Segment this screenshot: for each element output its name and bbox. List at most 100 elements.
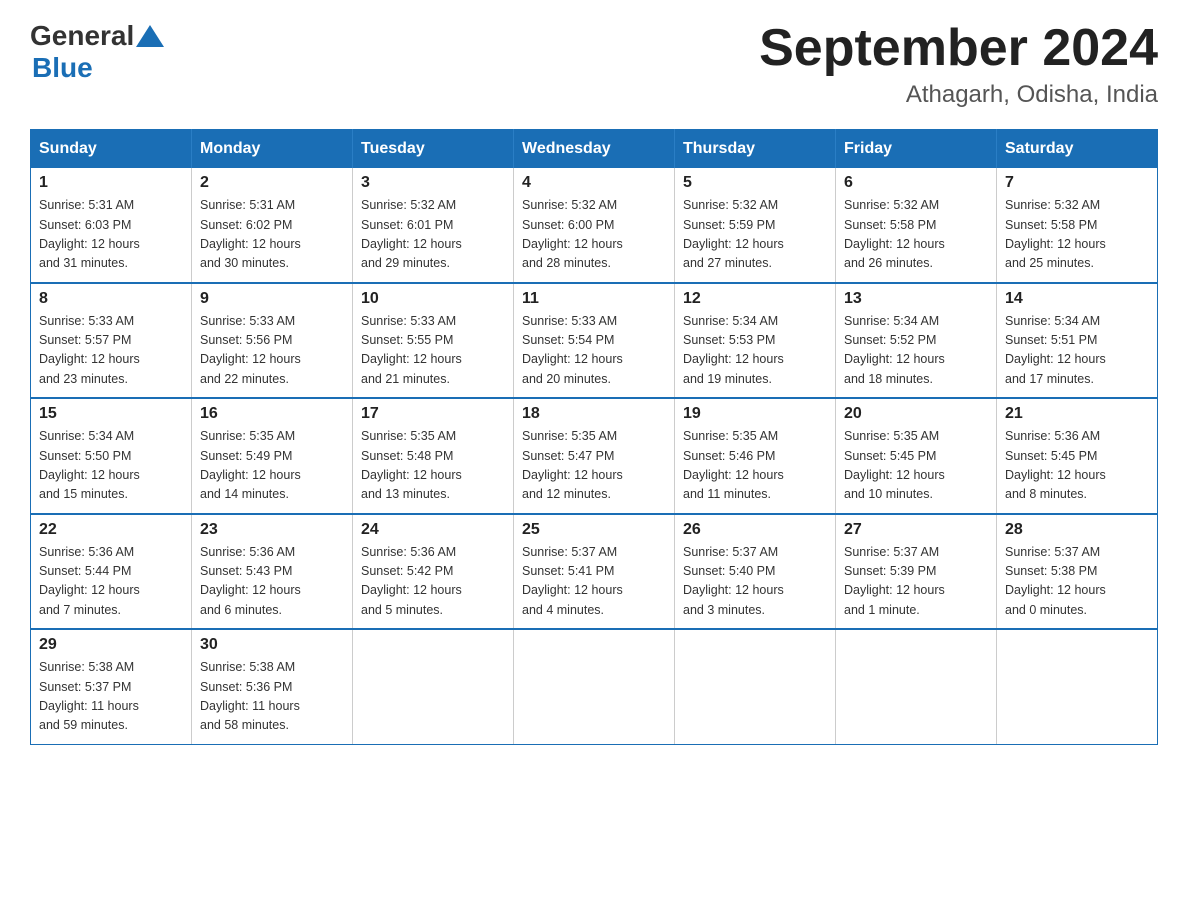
sunset-text: Sunset: 6:03 PM xyxy=(39,218,131,232)
sunset-text: Sunset: 5:42 PM xyxy=(361,564,453,578)
daylight-minutes-text: and 12 minutes. xyxy=(522,487,611,501)
day-number: 7 xyxy=(1005,174,1149,192)
weekday-header-row: SundayMondayTuesdayWednesdayThursdayFrid… xyxy=(31,130,1158,169)
day-info: Sunrise: 5:33 AM Sunset: 5:55 PM Dayligh… xyxy=(361,312,505,390)
calendar-week-row: 1 Sunrise: 5:31 AM Sunset: 6:03 PM Dayli… xyxy=(31,168,1158,283)
daylight-text: Daylight: 12 hours xyxy=(1005,583,1106,597)
sunset-text: Sunset: 5:59 PM xyxy=(683,218,775,232)
day-number: 5 xyxy=(683,174,827,192)
daylight-text: Daylight: 12 hours xyxy=(200,352,301,366)
day-number: 27 xyxy=(844,521,988,539)
day-number: 14 xyxy=(1005,290,1149,308)
daylight-minutes-text: and 10 minutes. xyxy=(844,487,933,501)
weekday-header-friday: Friday xyxy=(836,130,997,169)
day-number: 15 xyxy=(39,405,183,423)
calendar-day-cell: 11 Sunrise: 5:33 AM Sunset: 5:54 PM Dayl… xyxy=(514,283,675,399)
day-info: Sunrise: 5:33 AM Sunset: 5:56 PM Dayligh… xyxy=(200,312,344,390)
day-info: Sunrise: 5:32 AM Sunset: 5:59 PM Dayligh… xyxy=(683,196,827,274)
day-number: 10 xyxy=(361,290,505,308)
sunrise-text: Sunrise: 5:37 AM xyxy=(683,545,778,559)
daylight-minutes-text: and 19 minutes. xyxy=(683,372,772,386)
sunset-text: Sunset: 5:39 PM xyxy=(844,564,936,578)
day-info: Sunrise: 5:35 AM Sunset: 5:49 PM Dayligh… xyxy=(200,427,344,505)
calendar-day-cell: 9 Sunrise: 5:33 AM Sunset: 5:56 PM Dayli… xyxy=(192,283,353,399)
calendar-day-cell xyxy=(514,629,675,744)
sunrise-text: Sunrise: 5:36 AM xyxy=(200,545,295,559)
sunrise-text: Sunrise: 5:34 AM xyxy=(1005,314,1100,328)
day-number: 13 xyxy=(844,290,988,308)
daylight-text: Daylight: 12 hours xyxy=(1005,468,1106,482)
calendar-day-cell: 25 Sunrise: 5:37 AM Sunset: 5:41 PM Dayl… xyxy=(514,514,675,630)
calendar-day-cell: 26 Sunrise: 5:37 AM Sunset: 5:40 PM Dayl… xyxy=(675,514,836,630)
daylight-minutes-text: and 28 minutes. xyxy=(522,256,611,270)
day-info: Sunrise: 5:33 AM Sunset: 5:54 PM Dayligh… xyxy=(522,312,666,390)
calendar-day-cell: 8 Sunrise: 5:33 AM Sunset: 5:57 PM Dayli… xyxy=(31,283,192,399)
daylight-minutes-text: and 8 minutes. xyxy=(1005,487,1087,501)
sunset-text: Sunset: 5:48 PM xyxy=(361,449,453,463)
day-number: 17 xyxy=(361,405,505,423)
daylight-text: Daylight: 12 hours xyxy=(39,352,140,366)
calendar-day-cell: 23 Sunrise: 5:36 AM Sunset: 5:43 PM Dayl… xyxy=(192,514,353,630)
sunset-text: Sunset: 5:47 PM xyxy=(522,449,614,463)
day-number: 2 xyxy=(200,174,344,192)
calendar-week-row: 15 Sunrise: 5:34 AM Sunset: 5:50 PM Dayl… xyxy=(31,398,1158,514)
day-number: 29 xyxy=(39,636,183,654)
daylight-minutes-text: and 58 minutes. xyxy=(200,718,289,732)
weekday-header-saturday: Saturday xyxy=(997,130,1158,169)
sunrise-text: Sunrise: 5:37 AM xyxy=(844,545,939,559)
day-info: Sunrise: 5:36 AM Sunset: 5:42 PM Dayligh… xyxy=(361,543,505,621)
sunrise-text: Sunrise: 5:35 AM xyxy=(200,429,295,443)
daylight-minutes-text: and 31 minutes. xyxy=(39,256,128,270)
calendar-day-cell: 27 Sunrise: 5:37 AM Sunset: 5:39 PM Dayl… xyxy=(836,514,997,630)
daylight-text: Daylight: 12 hours xyxy=(683,583,784,597)
calendar-day-cell: 4 Sunrise: 5:32 AM Sunset: 6:00 PM Dayli… xyxy=(514,168,675,283)
daylight-minutes-text: and 15 minutes. xyxy=(39,487,128,501)
weekday-header-tuesday: Tuesday xyxy=(353,130,514,169)
calendar-day-cell: 19 Sunrise: 5:35 AM Sunset: 5:46 PM Dayl… xyxy=(675,398,836,514)
calendar-day-cell: 16 Sunrise: 5:35 AM Sunset: 5:49 PM Dayl… xyxy=(192,398,353,514)
day-number: 11 xyxy=(522,290,666,308)
sunrise-text: Sunrise: 5:38 AM xyxy=(200,660,295,674)
daylight-minutes-text: and 7 minutes. xyxy=(39,603,121,617)
calendar-day-cell xyxy=(353,629,514,744)
title-section: September 2024 Athagarh, Odisha, India xyxy=(759,20,1158,109)
daylight-minutes-text: and 5 minutes. xyxy=(361,603,443,617)
calendar-day-cell: 12 Sunrise: 5:34 AM Sunset: 5:53 PM Dayl… xyxy=(675,283,836,399)
calendar-day-cell: 30 Sunrise: 5:38 AM Sunset: 5:36 PM Dayl… xyxy=(192,629,353,744)
sunrise-text: Sunrise: 5:36 AM xyxy=(1005,429,1100,443)
day-number: 9 xyxy=(200,290,344,308)
daylight-text: Daylight: 12 hours xyxy=(844,583,945,597)
calendar-day-cell: 24 Sunrise: 5:36 AM Sunset: 5:42 PM Dayl… xyxy=(353,514,514,630)
daylight-minutes-text: and 17 minutes. xyxy=(1005,372,1094,386)
sunset-text: Sunset: 5:45 PM xyxy=(844,449,936,463)
sunset-text: Sunset: 5:54 PM xyxy=(522,333,614,347)
daylight-text: Daylight: 12 hours xyxy=(844,237,945,251)
sunset-text: Sunset: 6:02 PM xyxy=(200,218,292,232)
daylight-minutes-text: and 3 minutes. xyxy=(683,603,765,617)
daylight-minutes-text: and 30 minutes. xyxy=(200,256,289,270)
daylight-text: Daylight: 12 hours xyxy=(522,237,623,251)
day-number: 23 xyxy=(200,521,344,539)
day-info: Sunrise: 5:36 AM Sunset: 5:44 PM Dayligh… xyxy=(39,543,183,621)
daylight-minutes-text: and 14 minutes. xyxy=(200,487,289,501)
calendar-day-cell: 20 Sunrise: 5:35 AM Sunset: 5:45 PM Dayl… xyxy=(836,398,997,514)
daylight-text: Daylight: 12 hours xyxy=(683,237,784,251)
day-info: Sunrise: 5:32 AM Sunset: 5:58 PM Dayligh… xyxy=(844,196,988,274)
daylight-text: Daylight: 12 hours xyxy=(200,468,301,482)
daylight-text: Daylight: 12 hours xyxy=(522,352,623,366)
sunset-text: Sunset: 5:58 PM xyxy=(844,218,936,232)
sunset-text: Sunset: 5:40 PM xyxy=(683,564,775,578)
weekday-header-monday: Monday xyxy=(192,130,353,169)
day-info: Sunrise: 5:33 AM Sunset: 5:57 PM Dayligh… xyxy=(39,312,183,390)
calendar-day-cell: 17 Sunrise: 5:35 AM Sunset: 5:48 PM Dayl… xyxy=(353,398,514,514)
day-info: Sunrise: 5:38 AM Sunset: 5:37 PM Dayligh… xyxy=(39,658,183,736)
day-number: 8 xyxy=(39,290,183,308)
weekday-header-wednesday: Wednesday xyxy=(514,130,675,169)
calendar-day-cell: 29 Sunrise: 5:38 AM Sunset: 5:37 PM Dayl… xyxy=(31,629,192,744)
weekday-header-thursday: Thursday xyxy=(675,130,836,169)
sunrise-text: Sunrise: 5:31 AM xyxy=(39,198,134,212)
day-number: 26 xyxy=(683,521,827,539)
day-number: 25 xyxy=(522,521,666,539)
day-number: 22 xyxy=(39,521,183,539)
daylight-minutes-text: and 29 minutes. xyxy=(361,256,450,270)
